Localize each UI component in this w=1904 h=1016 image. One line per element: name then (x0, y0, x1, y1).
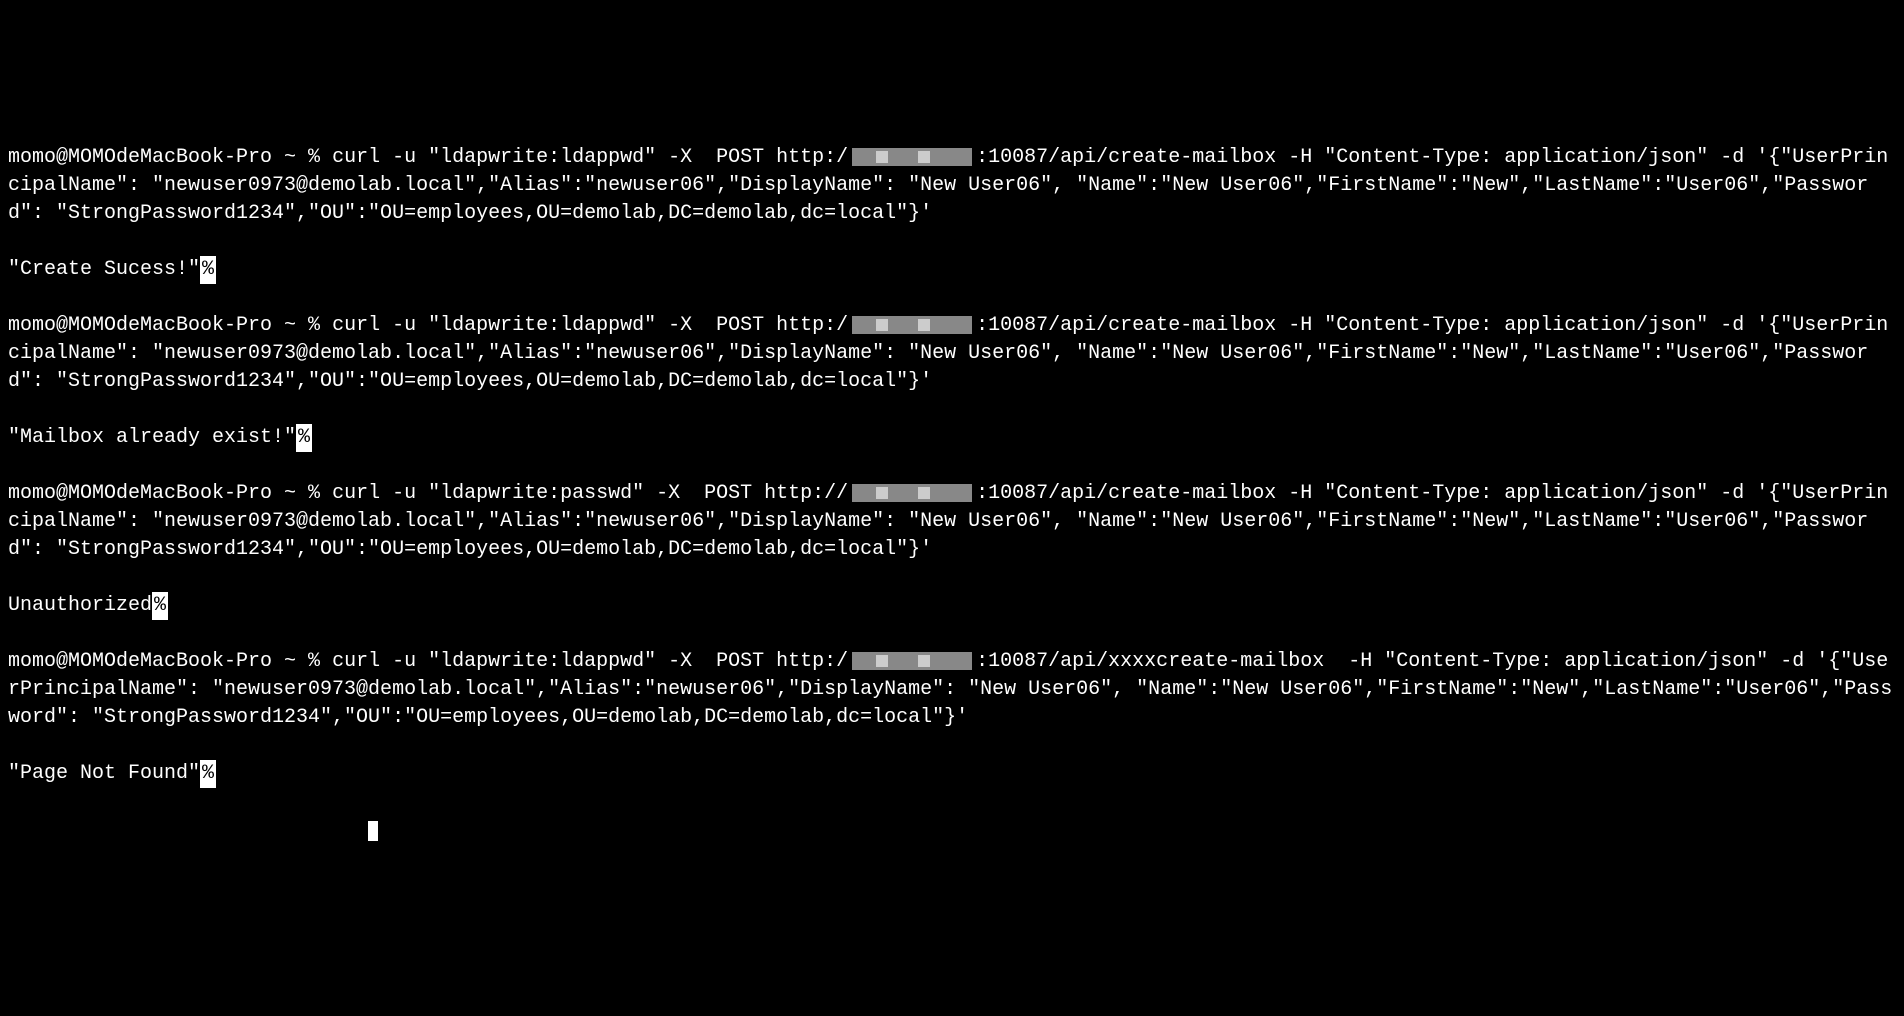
response-line: "Mailbox already exist!"% (8, 424, 1896, 452)
response-text: "Mailbox already exist!" (8, 426, 296, 449)
response-text: "Page Not Found" (8, 762, 200, 785)
percent-icon: % (200, 760, 216, 788)
shell-prompt: momo@MOMOdeMacBook-Pro ~ % (8, 146, 332, 169)
shell-prompt (8, 818, 368, 841)
redacted-host (852, 316, 972, 334)
redacted-host (852, 652, 972, 670)
redacted-host (852, 484, 972, 502)
terminal-line: momo@MOMOdeMacBook-Pro ~ % curl -u "ldap… (8, 312, 1896, 396)
response-line: Unauthorized% (8, 592, 1896, 620)
redacted-host (852, 148, 972, 166)
terminal-output[interactable]: momo@MOMOdeMacBook-Pro ~ % curl -u "ldap… (8, 116, 1896, 872)
terminal-line: momo@MOMOdeMacBook-Pro ~ % curl -u "ldap… (8, 144, 1896, 228)
response-text: Unauthorized (8, 594, 152, 617)
terminal-line: momo@MOMOdeMacBook-Pro ~ % curl -u "ldap… (8, 648, 1896, 732)
shell-prompt: momo@MOMOdeMacBook-Pro ~ % (8, 482, 332, 505)
command-text: curl -u "ldapwrite:ldappwd" -X POST http… (332, 650, 848, 673)
response-line: "Page Not Found"% (8, 760, 1896, 788)
percent-icon: % (296, 424, 312, 452)
command-text: curl -u "ldapwrite:ldappwd" -X POST http… (332, 314, 848, 337)
shell-prompt: momo@MOMOdeMacBook-Pro ~ % (8, 650, 332, 673)
percent-icon: % (200, 256, 216, 284)
command-text: curl -u "ldapwrite:passwd" -X POST http:… (332, 482, 848, 505)
response-text: "Create Sucess!" (8, 258, 200, 281)
command-text: curl -u "ldapwrite:ldappwd" -X POST http… (332, 146, 848, 169)
shell-prompt: momo@MOMOdeMacBook-Pro ~ % (8, 314, 332, 337)
cursor-icon (368, 821, 378, 841)
terminal-line: momo@MOMOdeMacBook-Pro ~ % curl -u "ldap… (8, 480, 1896, 564)
terminal-line (8, 816, 1896, 844)
percent-icon: % (152, 592, 168, 620)
response-line: "Create Sucess!"% (8, 256, 1896, 284)
